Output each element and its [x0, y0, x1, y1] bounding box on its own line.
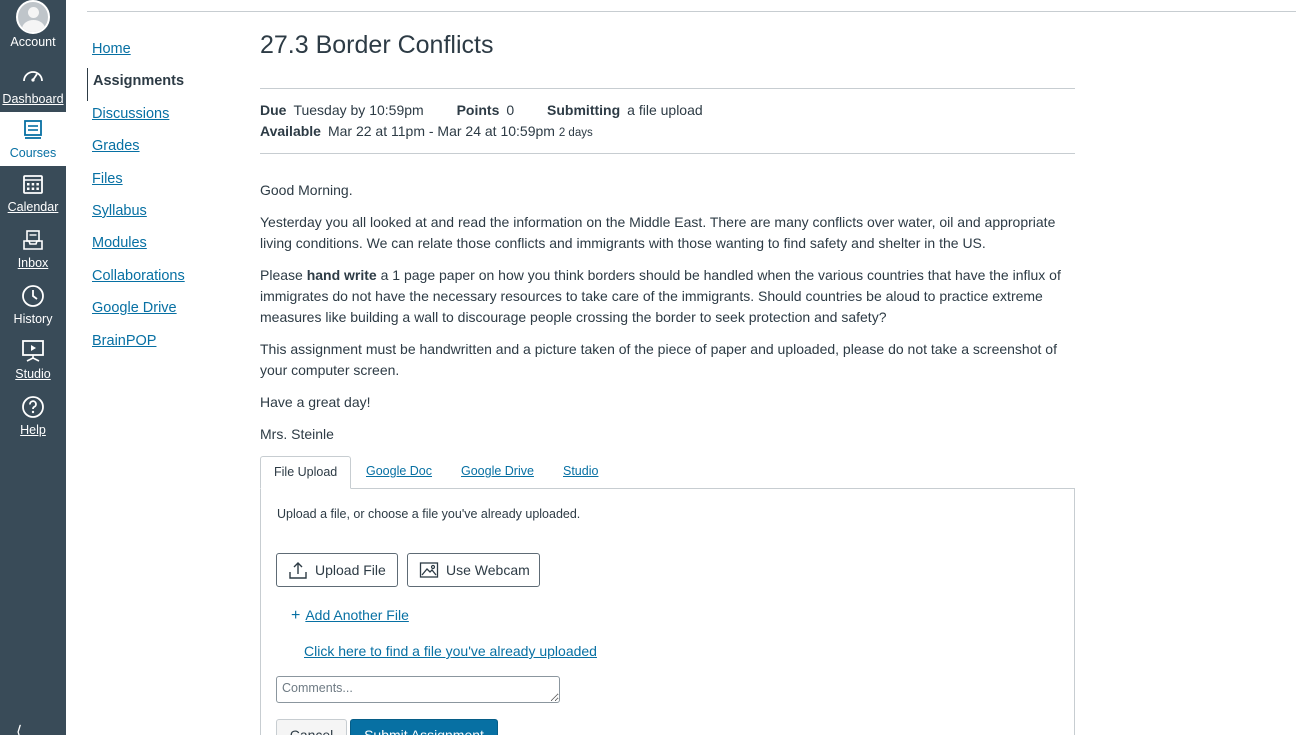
- nav-account-label: Account: [10, 35, 56, 49]
- submit-assignment-button[interactable]: Submit Assignment: [350, 719, 498, 735]
- course-nav-google-drive[interactable]: Google Drive: [87, 295, 237, 327]
- description-paragraph: Please hand write a 1 page paper on how …: [260, 265, 1075, 328]
- course-nav-assignments[interactable]: Assignments: [87, 68, 237, 101]
- image-icon: [419, 561, 439, 579]
- nav-help[interactable]: Help: [0, 395, 66, 449]
- para-bold: hand write: [306, 267, 377, 283]
- nav-studio[interactable]: Studio: [0, 339, 66, 393]
- details-row-available: Available Mar 22 at 11pm - Mar 24 at 10:5…: [260, 121, 703, 144]
- collapse-nav-icon[interactable]: ⟨: [16, 722, 22, 735]
- submitting-label: Submitting: [547, 102, 621, 118]
- avatar: [16, 0, 50, 34]
- top-divider: [87, 11, 1296, 12]
- nav-dashboard-label: Dashboard: [2, 92, 64, 106]
- para-prefix: Please: [260, 267, 307, 283]
- course-nav-syllabus[interactable]: Syllabus: [87, 198, 237, 230]
- add-another-file-link[interactable]: + Add Another File: [291, 607, 409, 625]
- global-nav: Account Dashboard Courses Calendar Inbox…: [0, 0, 66, 735]
- add-another-file-label: Add Another File: [305, 607, 409, 623]
- nav-calendar-label: Calendar: [7, 200, 59, 214]
- nav-calendar[interactable]: Calendar: [0, 172, 66, 226]
- description-paragraph: This assignment must be handwritten and …: [260, 341, 1057, 378]
- course-nav-grades[interactable]: Grades: [87, 133, 237, 165]
- inbox-icon: [21, 228, 45, 252]
- tab-google-doc[interactable]: Google Doc: [366, 456, 432, 489]
- tab-file-upload[interactable]: File Upload: [260, 456, 352, 489]
- upload-icon: [288, 560, 308, 580]
- description-closing: Have a great day!: [260, 394, 371, 410]
- page-title: 27.3 Border Conflicts: [260, 31, 494, 59]
- nav-inbox[interactable]: Inbox: [0, 228, 66, 282]
- course-nav-collaborations[interactable]: Collaborations: [87, 263, 237, 295]
- para-suffix: a 1 page paper on how you think borders …: [260, 267, 1061, 325]
- course-nav: Home Assignments Discussions Grades File…: [87, 36, 237, 360]
- upload-hint: Upload a file, or choose a file you've a…: [277, 507, 581, 521]
- due-value: Tuesday by 10:59pm: [293, 102, 424, 118]
- nav-dashboard[interactable]: Dashboard: [0, 64, 66, 118]
- studio-icon: [21, 339, 45, 363]
- available-value: Mar 22 at 11pm - Mar 24 at 10:59pm: [327, 123, 555, 139]
- course-nav-discussions[interactable]: Discussions: [87, 101, 237, 133]
- available-duration: 2 days: [558, 127, 593, 139]
- course-nav-home[interactable]: Home: [87, 36, 237, 68]
- assignment-details: Due Tuesday by 10:59pm Points 0 Submitting…: [260, 100, 703, 144]
- nav-help-label: Help: [20, 423, 46, 437]
- tab-studio[interactable]: Studio: [563, 456, 598, 489]
- nav-studio-label: Studio: [15, 367, 51, 381]
- description-greeting: Good Morning.: [260, 182, 353, 198]
- nav-history[interactable]: History: [0, 284, 66, 338]
- divider: [260, 153, 1075, 154]
- course-nav-files[interactable]: Files: [87, 166, 237, 198]
- points-label: Points: [456, 102, 500, 118]
- nav-courses-label: Courses: [9, 146, 57, 160]
- submission-tabs: File Upload Google Doc Google Drive Stud…: [260, 456, 1075, 489]
- nav-account[interactable]: Account: [0, 0, 66, 54]
- nav-history-label: History: [13, 312, 53, 326]
- dashboard-icon: [21, 64, 45, 88]
- calendar-icon: [21, 172, 45, 196]
- points-value: 0: [506, 102, 515, 118]
- submitting-value: a file upload: [627, 102, 703, 118]
- course-nav-modules[interactable]: Modules: [87, 230, 237, 262]
- assignment-description: Good Morning. Yesterday you all looked a…: [260, 180, 1075, 456]
- courses-icon: [21, 118, 45, 142]
- due-label: Due: [260, 102, 287, 118]
- plus-icon: +: [291, 607, 301, 624]
- divider: [260, 88, 1075, 89]
- file-upload-panel: Upload a file, or choose a file you've a…: [260, 488, 1075, 735]
- use-webcam-label: Use Webcam: [446, 562, 530, 578]
- comments-field[interactable]: [276, 676, 560, 703]
- upload-file-button[interactable]: Upload File: [276, 553, 398, 587]
- details-row-due: Due Tuesday by 10:59pm Points 0 Submitting…: [260, 100, 703, 121]
- clock-icon: [21, 284, 45, 308]
- cancel-button[interactable]: Cancel: [276, 719, 347, 735]
- tab-google-drive[interactable]: Google Drive: [461, 456, 534, 489]
- available-label: Available: [260, 123, 321, 139]
- find-uploaded-file-link[interactable]: Click here to find a file you've already…: [304, 643, 597, 659]
- nav-inbox-label: Inbox: [17, 256, 49, 270]
- help-icon: [21, 395, 45, 419]
- course-nav-brainpop[interactable]: BrainPOP: [87, 328, 237, 360]
- description-paragraph: Yesterday you all looked at and read the…: [260, 214, 1056, 251]
- description-signature: Mrs. Steinle: [260, 426, 334, 442]
- nav-courses[interactable]: Courses: [0, 112, 66, 166]
- use-webcam-button[interactable]: Use Webcam: [407, 553, 540, 587]
- upload-file-label: Upload File: [315, 562, 386, 578]
